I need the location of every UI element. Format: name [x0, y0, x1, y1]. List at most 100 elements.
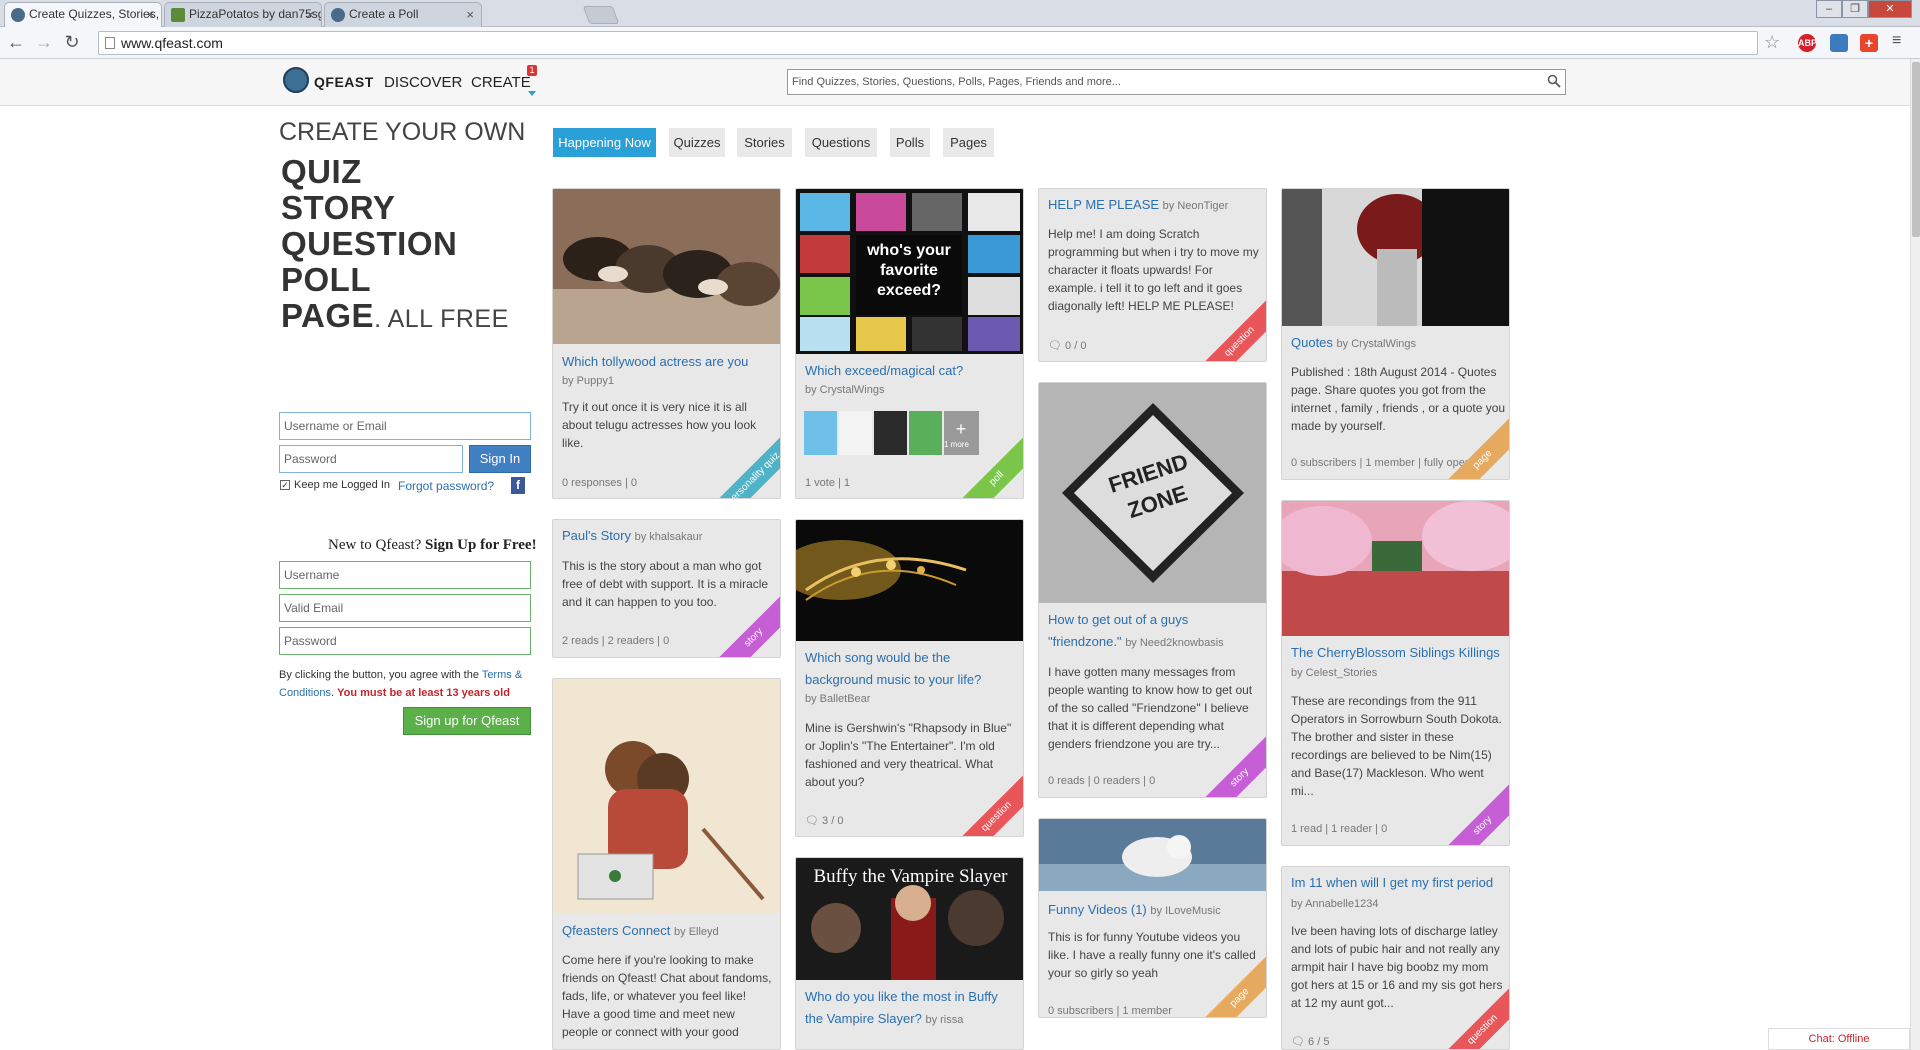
signup-button[interactable]: Sign up for Qfeast [403, 707, 531, 735]
comment-icon: 🗨 [805, 815, 819, 827]
all-free-text: . ALL FREE [374, 305, 509, 333]
card-description: These are recondings from the 911 Operat… [1291, 694, 1502, 798]
url-text: www.qfeast.com [121, 35, 223, 51]
card-title[interactable]: How to get out of a guys "friendzone." b… [1048, 609, 1258, 654]
nav-discover[interactable]: DISCOVER [384, 74, 462, 91]
card-title[interactable]: Paul's Story by khalsakaur [562, 525, 702, 548]
card-meta-text: 0 / 0 [1065, 340, 1087, 352]
keep-logged-checkbox[interactable]: ✓ [280, 480, 290, 490]
card-title[interactable]: Quotes by CrystalWings [1291, 332, 1416, 355]
card-quotes-page[interactable]: Quotes by CrystalWings Published : 18th … [1281, 188, 1510, 480]
signup-username-input[interactable]: Username [279, 561, 531, 589]
card-pauls-story[interactable]: Paul's Story by khalsakaur This is the s… [552, 519, 781, 658]
card-meta: 🗨 0 / 0 [1048, 339, 1086, 352]
card-title[interactable]: Im 11 when will I get my first period [1291, 872, 1506, 894]
close-tab-icon[interactable]: × [306, 3, 314, 26]
browser-tab-2[interactable]: PizzaPotatos by dan75sg c × [164, 2, 322, 27]
tab-stories[interactable]: Stories [737, 128, 792, 157]
adblock-icon[interactable]: ABP [1798, 34, 1817, 52]
card-description: Mine is Gershwin's "Rhapsody in Blue" or… [805, 721, 1012, 789]
card-tollywood-quiz[interactable]: Which tollywood actress are you by Puppy… [552, 188, 781, 499]
card-author[interactable]: by CrystalWings [805, 379, 884, 401]
tab-questions[interactable]: Questions [805, 128, 877, 157]
couple-drawing-thumbnail [553, 679, 780, 914]
plus-extension-icon[interactable]: + [1860, 34, 1878, 52]
card-meta: 0 subscribers | 1 member [1048, 1005, 1172, 1017]
card-author[interactable]: by rissa [925, 1014, 963, 1026]
card-title[interactable]: HELP ME PLEASE by NeonTiger [1048, 194, 1228, 217]
card-help-me-question[interactable]: HELP ME PLEASE by NeonTiger Help me! I a… [1038, 188, 1267, 362]
card-meta: 1 read | 1 reader | 0 [1291, 823, 1388, 835]
extension-icon[interactable] [1830, 34, 1848, 52]
tab-pages[interactable]: Pages [943, 128, 994, 157]
card-author[interactable]: by CrystalWings [1337, 338, 1416, 350]
login-username-input[interactable]: Username or Email [279, 412, 531, 440]
close-tab-icon[interactable]: × [146, 3, 154, 26]
card-author[interactable]: by Need2knowbasis [1125, 637, 1223, 649]
tab-polls[interactable]: Polls [890, 128, 930, 157]
card-buffy-poll[interactable]: Buffy the Vampire Slayer Who do you like… [795, 857, 1024, 1050]
more-options-label[interactable]: 1 more [944, 440, 969, 449]
card-first-period-question[interactable]: Im 11 when will I get my first period by… [1281, 866, 1510, 1050]
notification-badge: 1 [527, 65, 537, 76]
card-friendzone-story[interactable]: FRIEND ZONE How to get out of a guys "fr… [1038, 382, 1267, 798]
card-title[interactable]: Qfeasters Connect by Elleyd [562, 920, 719, 943]
card-cherryblossom-story[interactable]: The CherryBlossom Siblings Killings by C… [1281, 500, 1510, 846]
card-title[interactable]: The CherryBlossom Siblings Killings [1291, 642, 1500, 664]
card-description: Come here if you're looking to make frie… [562, 953, 772, 1039]
site-header: QFEAST DISCOVER CREATE 1 Find Quizzes, S… [0, 59, 1910, 106]
signup-email-input[interactable]: Valid Email [279, 594, 531, 622]
card-exceed-poll[interactable]: who's your favorite exceed? Which exceed… [795, 188, 1024, 499]
tab-happening-now[interactable]: Happening Now [553, 128, 656, 157]
forgot-password-link[interactable]: Forgot password? [398, 479, 494, 493]
new-tab-button[interactable] [582, 6, 620, 24]
close-tab-icon[interactable]: × [466, 3, 474, 26]
card-author[interactable]: by Puppy1 [562, 370, 614, 392]
search-input[interactable]: Find Quizzes, Stories, Questions, Polls,… [787, 69, 1566, 95]
card-author[interactable]: by Celest_Stories [1291, 662, 1377, 684]
menu-icon[interactable]: ≡ [1892, 32, 1901, 50]
card-qfeasters-connect[interactable]: Qfeasters Connect by Elleyd Come here if… [552, 678, 781, 1050]
facebook-login-icon[interactable]: f [511, 477, 525, 494]
card-author[interactable]: by khalsakaur [635, 531, 703, 543]
address-bar[interactable]: www.qfeast.com [98, 31, 1758, 55]
login-password-input[interactable]: Password [279, 445, 463, 473]
card-meta: 1 vote | 1 [805, 477, 851, 489]
browser-tab-3[interactable]: Create a Poll × [324, 2, 482, 27]
card-author[interactable]: by BalletBear [805, 688, 870, 710]
bookmark-star-icon[interactable]: ☆ [1764, 32, 1780, 53]
browser-tabbar: Create Quizzes, Stories, Qu× PizzaPotato… [0, 0, 1920, 28]
card-title[interactable]: Funny Videos (1) by ILoveMusic [1048, 899, 1221, 922]
card-author[interactable]: by ILoveMusic [1150, 905, 1220, 917]
card-author[interactable]: by Elleyd [674, 926, 719, 938]
back-icon[interactable]: ← [6, 32, 26, 52]
signup-password-input[interactable]: Password [279, 627, 531, 655]
card-author[interactable]: by NeonTiger [1163, 200, 1229, 212]
qfeast-logo-icon[interactable] [283, 67, 309, 93]
card-title-text: Qfeasters Connect [562, 923, 671, 938]
card-song-question[interactable]: Which song would be the background music… [795, 519, 1024, 837]
browser-tab-1[interactable]: Create Quizzes, Stories, Qu× [4, 2, 162, 28]
age-requirement: You must be at least 13 years old [337, 687, 510, 699]
tab-quizzes[interactable]: Quizzes [669, 128, 725, 157]
svg-text:+: + [956, 419, 967, 439]
polar-bear-thumbnail [1039, 819, 1266, 891]
card-author[interactable]: by Annabelle1234 [1291, 893, 1378, 915]
nav-create[interactable]: CREATE [471, 74, 531, 91]
reload-icon[interactable]: ↻ [62, 32, 82, 52]
page-icon [105, 37, 115, 49]
card-funny-videos-page[interactable]: Funny Videos (1) by ILoveMusic This is f… [1038, 818, 1267, 1018]
scrollbar-thumb[interactable] [1912, 62, 1920, 237]
page-scrollbar[interactable] [1910, 59, 1920, 1050]
maximize-button[interactable]: ❐ [1842, 0, 1868, 18]
card-title[interactable]: Which song would be the background music… [805, 647, 1015, 691]
close-window-button[interactable]: ✕ [1868, 0, 1912, 18]
site-logo[interactable]: QFEAST [314, 74, 374, 90]
forward-icon[interactable]: → [34, 32, 54, 52]
card-title[interactable]: Who do you like the most in Buffy the Va… [805, 986, 1015, 1031]
search-icon[interactable] [1547, 74, 1561, 88]
sign-in-button[interactable]: Sign In [469, 445, 531, 473]
chat-status[interactable]: Chat: Offline [1768, 1028, 1910, 1050]
card-meta: 0 reads | 0 readers | 0 [1048, 775, 1156, 787]
minimize-button[interactable]: – [1816, 0, 1842, 18]
